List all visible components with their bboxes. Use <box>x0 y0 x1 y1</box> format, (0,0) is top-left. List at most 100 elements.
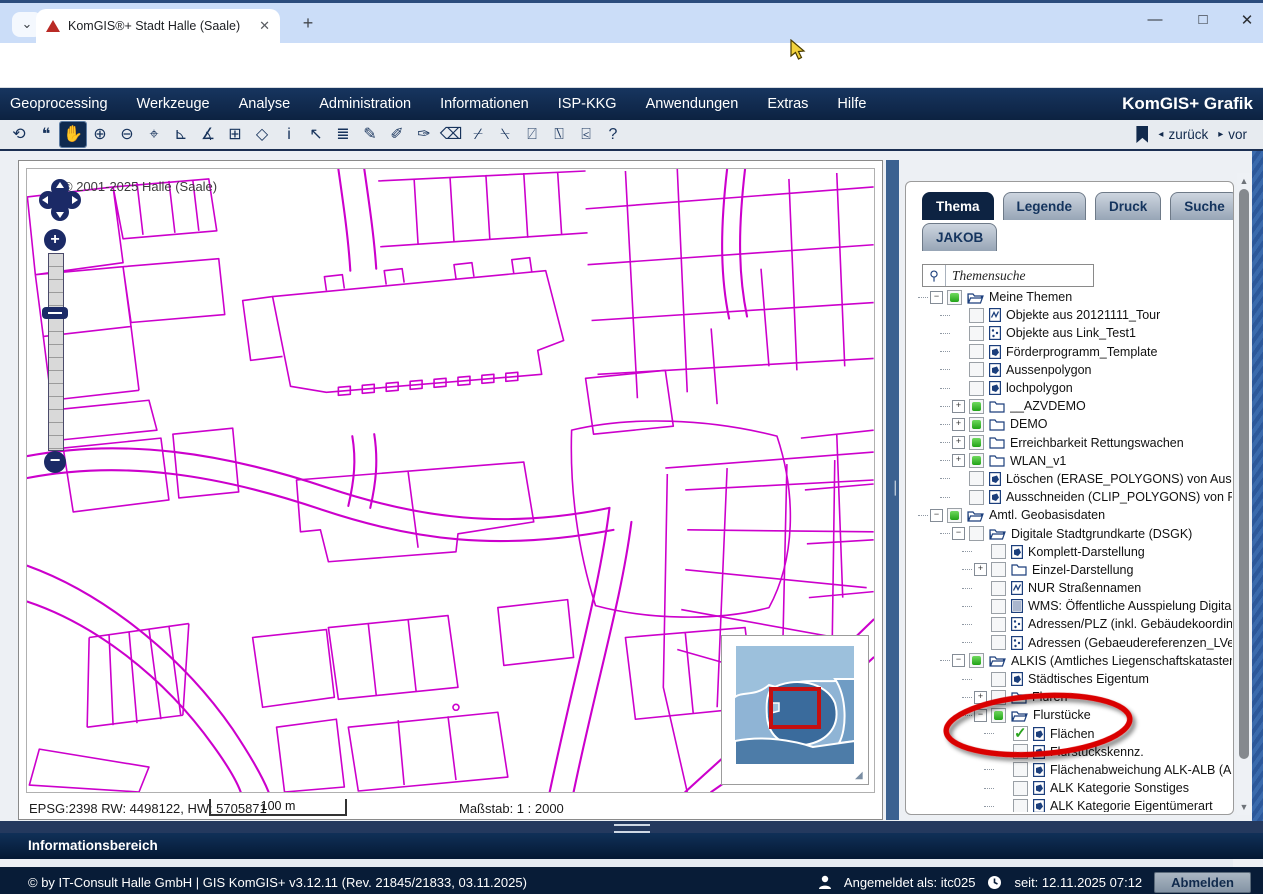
tree-row[interactable]: Städtisches Eigentum <box>914 670 1232 688</box>
menu-item-geoprocessing[interactable]: Geoprocessing <box>10 96 108 112</box>
layer-checkbox-green[interactable] <box>991 708 1006 723</box>
overview-resize-handle-icon[interactable]: ◢ <box>855 770 867 782</box>
tree-row[interactable]: Flurstückskennz. <box>914 743 1232 761</box>
tab-close-icon[interactable]: ✕ <box>259 18 270 34</box>
tree-row[interactable]: −Digitale Stadtgrundkarte (DSGK) <box>914 524 1232 542</box>
history-forward-button[interactable]: ▸ vor <box>1218 127 1247 142</box>
expand-icon[interactable]: + <box>974 563 987 576</box>
tree-label[interactable]: Objekte aus 20121111_Tour <box>1006 308 1160 322</box>
layer-checkbox-empty[interactable] <box>991 599 1006 614</box>
panel-scrollbar[interactable]: ▲ ▼ <box>1237 173 1251 815</box>
info-icon[interactable]: i <box>276 122 302 147</box>
layer-checkbox-empty[interactable] <box>969 490 984 505</box>
tab-legende[interactable]: Legende <box>1003 192 1087 220</box>
tree-row[interactable]: + DEMO <box>914 415 1232 433</box>
tree-row[interactable]: lochpolygon <box>914 379 1232 397</box>
tab-jakob[interactable]: JAKOB <box>922 223 997 251</box>
tree-label[interactable]: Adressen/PLZ (inkl. Gebäudekoordinate <box>1028 617 1232 631</box>
layer-checkbox-empty[interactable] <box>969 381 984 396</box>
tree-row[interactable]: Förderprogramm_Template <box>914 343 1232 361</box>
tree-row[interactable]: −ALKIS (Amtliches Liegenschaftskatasteri… <box>914 652 1232 670</box>
menu-item-werkzeuge[interactable]: Werkzeuge <box>137 96 210 112</box>
zoom-out-icon[interactable]: ⊖ <box>114 122 140 147</box>
layer-checkbox-empty[interactable] <box>991 562 1006 577</box>
tree-label[interactable]: Fluren <box>1032 690 1067 704</box>
collapse-icon[interactable]: − <box>930 291 943 304</box>
window-maximize-button[interactable]: □ <box>1188 11 1218 28</box>
pan-hand-icon[interactable]: ✋ <box>60 122 86 147</box>
layer-checkbox-empty[interactable] <box>991 581 1006 596</box>
layer-checkbox-green[interactable] <box>969 417 984 432</box>
layer-checkbox-empty[interactable] <box>991 690 1006 705</box>
layer-checkbox-tick[interactable] <box>1013 726 1028 741</box>
search-input[interactable] <box>946 268 1093 284</box>
window-close-button[interactable]: ✕ <box>1232 11 1262 29</box>
collapse-icon[interactable]: − <box>952 527 965 540</box>
bookmark-icon[interactable] <box>1136 126 1148 143</box>
tree-row[interactable]: −Meine Themen <box>914 288 1232 306</box>
tree-label[interactable]: Adressen (Gebaeudereferenzen_LVerm <box>1028 636 1232 650</box>
layer-checkbox-green[interactable] <box>969 435 984 450</box>
scroll-down-icon[interactable]: ▼ <box>1237 802 1251 812</box>
snap-line-2-icon[interactable]: ⍀ <box>492 122 518 147</box>
browser-tab[interactable]: KomGIS®+ Stadt Halle (Saale) ✕ <box>36 9 280 43</box>
window-minimize-button[interactable]: — <box>1140 11 1170 28</box>
menu-item-isp-kkg[interactable]: ISP-KKG <box>558 96 617 112</box>
tab-thema[interactable]: Thema <box>922 192 994 220</box>
measure-polygon-icon[interactable]: ◇ <box>249 122 275 147</box>
expand-icon[interactable]: + <box>952 418 965 431</box>
tree-row[interactable]: Ausschneiden (CLIP_POLYGONS) von Flu <box>914 488 1232 506</box>
horizontal-splitter[interactable] <box>0 821 1263 833</box>
tree-row[interactable]: Adressen (Gebaeudereferenzen_LVerm <box>914 634 1232 652</box>
tree-label[interactable]: ALKIS (Amtliches Liegenschaftskatasterin… <box>1011 654 1232 668</box>
vertical-splitter[interactable]: ❘❘ <box>886 160 899 820</box>
tree-label[interactable]: Städtisches Eigentum <box>1028 672 1149 686</box>
map-viewport[interactable]: © 2001-2025 Halle (Saale) + <box>26 168 875 793</box>
tree-label[interactable]: Ausschneiden (CLIP_POLYGONS) von Flu <box>1006 490 1232 504</box>
scrollbar-thumb[interactable] <box>1239 189 1249 759</box>
tree-label[interactable]: DEMO <box>1010 417 1048 431</box>
tree-label[interactable]: ALK Kategorie Sonstiges <box>1050 781 1189 795</box>
zoom-slider-handle[interactable] <box>42 307 68 319</box>
tree-row[interactable]: +Einzel-Darstellung <box>914 561 1232 579</box>
tree-row[interactable]: −Flurstücke <box>914 706 1232 724</box>
tree-label[interactable]: Förderprogramm_Template <box>1006 345 1157 359</box>
logout-button[interactable]: Abmelden <box>1154 872 1251 893</box>
tree-row[interactable]: Adressen/PLZ (inkl. Gebäudekoordinate <box>914 615 1232 633</box>
tree-label[interactable]: __AZVDEMO <box>1010 399 1086 413</box>
tree-label[interactable]: WMS: Öffentliche Ausspielung Digitale S <box>1028 599 1232 613</box>
expand-icon[interactable]: + <box>952 454 965 467</box>
zoom-out-button[interactable]: − <box>44 451 66 473</box>
menu-item-analyse[interactable]: Analyse <box>239 96 291 112</box>
globe-icon[interactable]: ⟲ <box>6 122 32 147</box>
menu-item-hilfe[interactable]: Hilfe <box>837 96 866 112</box>
center-map-icon[interactable]: ⌖ <box>141 122 167 147</box>
layer-checkbox-empty[interactable] <box>991 617 1006 632</box>
menu-item-administration[interactable]: Administration <box>319 96 411 112</box>
layer-checkbox-green[interactable] <box>969 453 984 468</box>
tree-label[interactable]: NUR Straßennamen <box>1028 581 1141 595</box>
layer-checkbox-empty[interactable] <box>969 526 984 541</box>
collapse-icon[interactable]: − <box>930 509 943 522</box>
tree-row[interactable]: Komplett-Darstellung <box>914 543 1232 561</box>
tree-row[interactable]: +__AZVDEMO <box>914 397 1232 415</box>
new-tab-button[interactable]: + <box>296 13 320 34</box>
tree-label[interactable]: WLAN_v1 <box>1010 454 1066 468</box>
layer-checkbox-green[interactable] <box>947 290 962 305</box>
tree-label[interactable]: Komplett-Darstellung <box>1028 545 1145 559</box>
tree-label[interactable]: ALK Kategorie Eigentümerart <box>1050 799 1213 812</box>
search-icon[interactable]: ⚲ <box>923 265 946 286</box>
theme-search-box[interactable]: ⚲ <box>922 264 1094 287</box>
snap-line-1-icon[interactable]: ⌿ <box>465 122 491 147</box>
tree-row[interactable]: + Fluren <box>914 688 1232 706</box>
expand-icon[interactable]: + <box>974 691 987 704</box>
tree-label[interactable]: Erreichbarkeit Rettungswachen <box>1010 436 1184 450</box>
tree-row[interactable]: + WLAN_v1 <box>914 452 1232 470</box>
tree-row[interactable]: Flächenabweichung ALK-ALB (ALK <box>914 761 1232 779</box>
tree-row[interactable]: −Amtl. Geobasisdaten <box>914 506 1232 524</box>
tree-label[interactable]: Flächen <box>1050 727 1094 741</box>
layer-checkbox-empty[interactable] <box>1013 762 1028 777</box>
snap-line-4-icon[interactable]: ⍂ <box>546 122 572 147</box>
tree-row[interactable]: +Erreichbarkeit Rettungswachen <box>914 434 1232 452</box>
tab-druck[interactable]: Druck <box>1095 192 1161 220</box>
